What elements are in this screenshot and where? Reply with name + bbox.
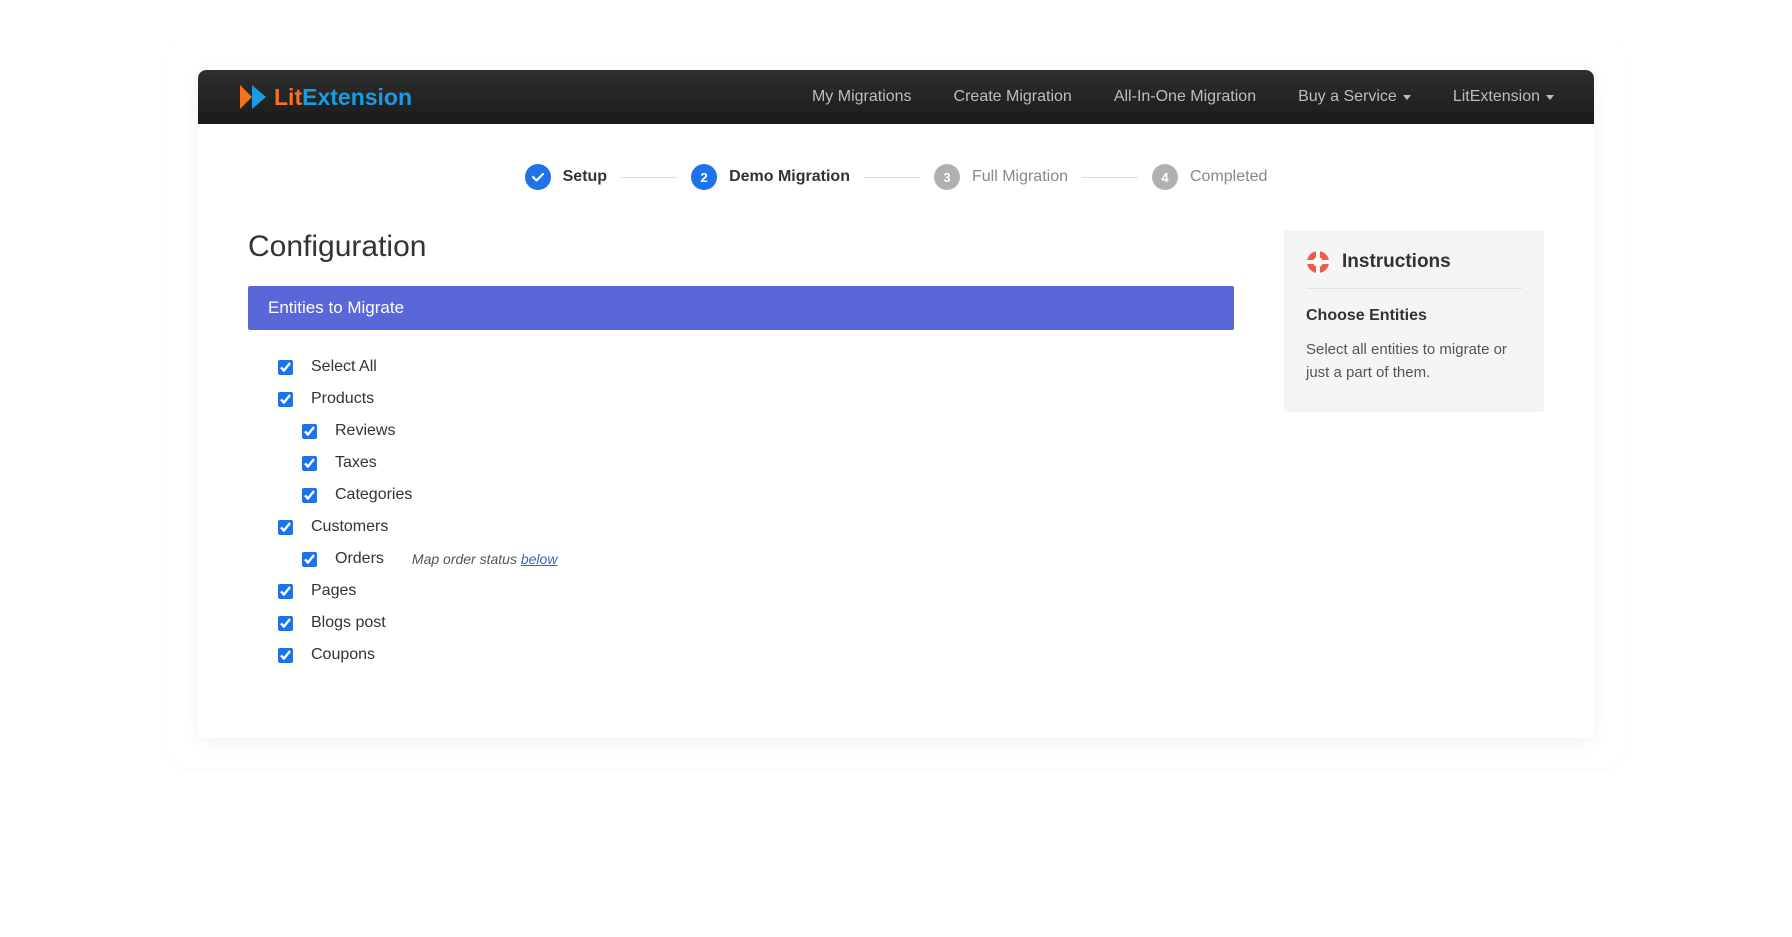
entity-pages: Pages	[278, 582, 1204, 600]
nav-litextension[interactable]: LitExtension	[1453, 88, 1554, 106]
stepper: Setup 2 Demo Migration 3 Full Migration …	[248, 164, 1544, 190]
instructions-subtitle: Choose Entities	[1306, 307, 1522, 325]
map-order-status-link[interactable]: below	[521, 551, 558, 567]
entity-label: Blogs post	[311, 614, 386, 632]
entity-label: Customers	[311, 518, 388, 536]
entity-reviews: Reviews	[278, 422, 1204, 440]
logo-icon	[238, 83, 268, 111]
checkbox-pages[interactable]	[278, 584, 293, 599]
nav-items: My Migrations Create Migration All-In-On…	[812, 88, 1554, 106]
step-connector	[864, 177, 920, 178]
entity-blogs: Blogs post	[278, 614, 1204, 632]
entity-label: Categories	[335, 486, 412, 504]
step-circle-active: 2	[691, 164, 717, 190]
check-icon	[531, 170, 545, 184]
step-full[interactable]: 3 Full Migration	[934, 164, 1068, 190]
entities-list: Select All Products Reviews Taxes	[248, 330, 1234, 688]
entity-label: Products	[311, 390, 374, 408]
step-circle-pending: 3	[934, 164, 960, 190]
entity-products: Products	[278, 390, 1204, 408]
instructions-panel: Instructions Choose Entities Select all …	[1284, 230, 1544, 412]
instructions-text: Select all entities to migrate or just a…	[1306, 339, 1522, 384]
content: Setup 2 Demo Migration 3 Full Migration …	[198, 124, 1594, 738]
nav-create-migration[interactable]: Create Migration	[954, 88, 1072, 106]
nav-my-migrations[interactable]: My Migrations	[812, 88, 912, 106]
entity-label: Pages	[311, 582, 356, 600]
checkbox-orders[interactable]	[302, 552, 317, 567]
checkbox-coupons[interactable]	[278, 648, 293, 663]
entity-orders: Orders Map order status below	[278, 550, 1204, 568]
caret-down-icon	[1403, 95, 1411, 100]
entity-categories: Categories	[278, 486, 1204, 504]
checkbox-select-all[interactable]	[278, 360, 293, 375]
entity-label: Taxes	[335, 454, 377, 472]
lifebuoy-icon	[1306, 250, 1330, 274]
step-setup[interactable]: Setup	[525, 164, 607, 190]
checkbox-blogs[interactable]	[278, 616, 293, 631]
entity-label: Orders	[335, 550, 384, 568]
logo-text: LitExtension	[274, 84, 412, 111]
checkbox-customers[interactable]	[278, 520, 293, 535]
entity-customers: Customers	[278, 518, 1204, 536]
app-window: LitExtension My Migrations Create Migrat…	[198, 70, 1594, 738]
entity-label: Select All	[311, 358, 377, 376]
entity-label: Reviews	[335, 422, 395, 440]
checkbox-products[interactable]	[278, 392, 293, 407]
page-title: Configuration	[248, 230, 1234, 264]
section-entities-header: Entities to Migrate	[248, 286, 1234, 330]
nav-buy-service[interactable]: Buy a Service	[1298, 88, 1411, 106]
entity-select-all: Select All	[278, 358, 1204, 376]
caret-down-icon	[1546, 95, 1554, 100]
checkbox-reviews[interactable]	[302, 424, 317, 439]
step-circle-pending: 4	[1152, 164, 1178, 190]
entity-coupons: Coupons	[278, 646, 1204, 664]
step-connector	[1082, 177, 1138, 178]
step-demo[interactable]: 2 Demo Migration	[691, 164, 850, 190]
checkbox-categories[interactable]	[302, 488, 317, 503]
nav-all-in-one[interactable]: All-In-One Migration	[1114, 88, 1256, 106]
logo[interactable]: LitExtension	[238, 83, 412, 111]
step-circle-done	[525, 164, 551, 190]
navbar: LitExtension My Migrations Create Migrat…	[198, 70, 1594, 124]
step-completed[interactable]: 4 Completed	[1152, 164, 1267, 190]
entity-taxes: Taxes	[278, 454, 1204, 472]
instructions-title: Instructions	[1342, 251, 1451, 273]
step-connector	[621, 177, 677, 178]
entity-label: Coupons	[311, 646, 375, 664]
checkbox-taxes[interactable]	[302, 456, 317, 471]
order-status-note: Map order status below	[412, 551, 558, 567]
